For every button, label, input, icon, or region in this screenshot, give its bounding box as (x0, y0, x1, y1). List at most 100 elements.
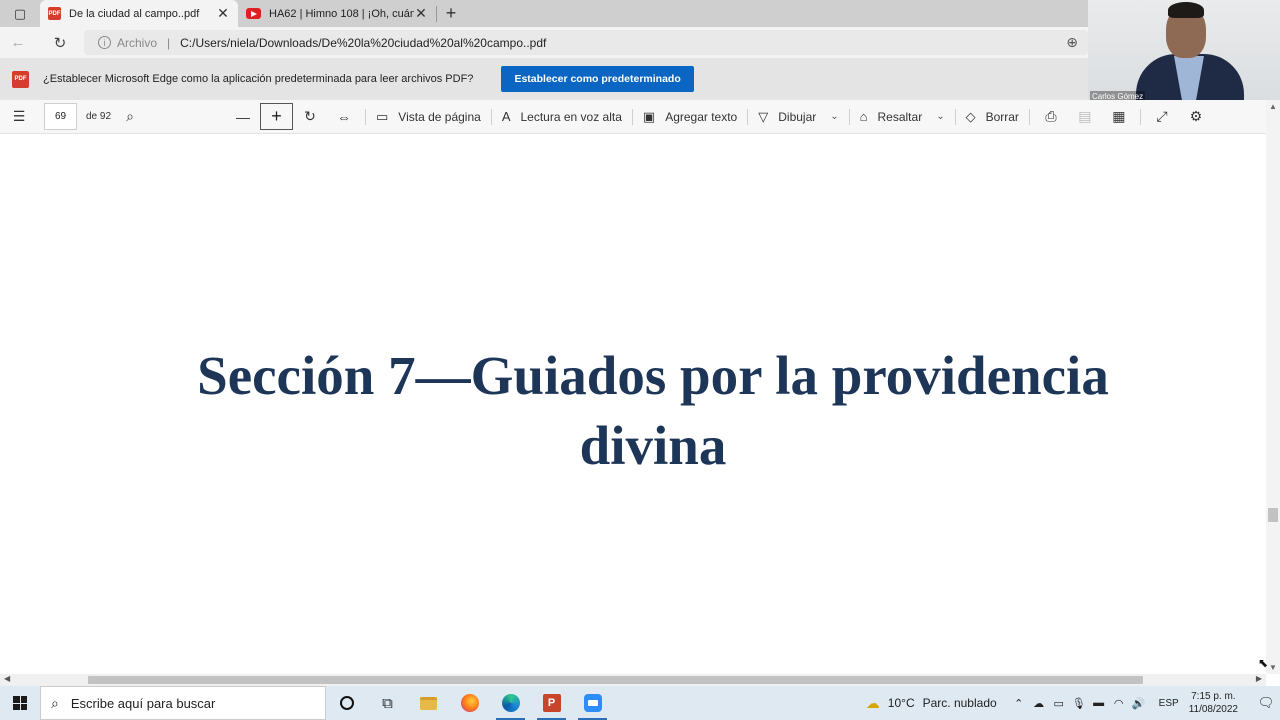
page-count: de 92 (86, 111, 112, 122)
mouse-cursor-icon: ⬉ (1258, 656, 1269, 670)
weather-desc: Parc. nublado (922, 696, 997, 710)
microphone-icon[interactable]: 🎙 (1069, 697, 1089, 710)
page-view-button[interactable]: ▭ Vista de página (370, 100, 487, 134)
youtube-icon (246, 8, 261, 19)
battery-icon[interactable]: ▬ (1089, 697, 1109, 709)
save-button[interactable]: ▤ (1068, 100, 1102, 134)
refresh-button[interactable]: ↻ (42, 27, 78, 58)
volume-icon[interactable]: 🔊 (1129, 697, 1149, 710)
webcam-overlay: Carlos Gómez (1088, 0, 1280, 104)
rotate-button[interactable]: ↻ (293, 100, 327, 134)
set-default-button[interactable]: Establecer como predeterminado (501, 66, 694, 92)
print-icon: ⎙ (1045, 108, 1057, 124)
scroll-right-icon[interactable]: ▶ (1256, 674, 1262, 683)
add-text-label: Agregar texto (665, 109, 738, 124)
weather-widget[interactable]: ☁ 10°C Parc. nublado (866, 695, 997, 712)
tab-pdf[interactable]: PDF De la ciudad al campo..pdf ✕ (40, 0, 238, 27)
vertical-scroll-thumb[interactable] (1268, 508, 1278, 522)
chevron-down-icon[interactable]: ⌄ (936, 111, 944, 122)
scroll-up-icon[interactable]: ▲ (1269, 102, 1277, 111)
page-number-input[interactable]: 69 (44, 103, 77, 130)
horizontal-scroll-thumb[interactable] (88, 676, 1143, 684)
read-aloud-button[interactable]: A Lectura en voz alta (496, 100, 628, 134)
toolbar-divider (747, 108, 749, 125)
firefox-icon (460, 694, 479, 712)
clock[interactable]: 7:15 p. m. 11/08/2022 (1189, 690, 1238, 716)
draw-button[interactable]: ▽ Dibujar ⌄ (752, 100, 844, 134)
expand-icon: ⤢ (1156, 108, 1168, 124)
file-explorer-button[interactable] (408, 686, 449, 720)
save-icon: ▤ (1078, 108, 1092, 124)
erase-label: Borrar (985, 109, 1019, 124)
toolbar-divider (1139, 108, 1141, 125)
taskbar-search[interactable]: ⌕ Escribe aquí para buscar (40, 686, 326, 720)
rotate-icon: ↻ (304, 108, 316, 124)
display-icon[interactable]: ▭ (1049, 697, 1069, 710)
clock-time: 7:15 p. m. (1191, 691, 1236, 702)
back-button[interactable]: ← (0, 27, 36, 58)
highlight-button[interactable]: ⌂ Resaltar ⌄ (854, 100, 951, 134)
wifi-icon[interactable]: ◠ (1109, 697, 1129, 710)
folder-icon (420, 696, 437, 710)
weather-temp: 10°C (887, 696, 915, 710)
tab-actions-icon: ▢ (13, 5, 27, 21)
cortana-button[interactable] (326, 686, 367, 720)
edge-icon (501, 694, 520, 712)
taskbar: ⌕ Escribe aquí para buscar ⧉ P ☁ 10°C Pa… (0, 686, 1280, 720)
person-hair (1168, 2, 1204, 18)
contents-button[interactable]: ☰ (2, 100, 36, 134)
text-box-icon: ▣ (642, 108, 656, 124)
chevron-up-icon[interactable]: ⌃ (1009, 697, 1029, 710)
erase-button[interactable]: ◇ Borrar (960, 100, 1025, 134)
find-button[interactable]: ⌕ (116, 100, 144, 134)
zoom-out-button[interactable]: — (226, 100, 260, 134)
vertical-scrollbar[interactable]: ▲ ▼ (1266, 100, 1280, 674)
add-text-button[interactable]: ▣ Agregar texto (637, 100, 743, 134)
close-icon[interactable]: ✕ (414, 5, 428, 22)
refresh-icon: ↻ (53, 34, 67, 52)
site-info-button[interactable]: i Archivo (98, 36, 157, 50)
chevron-down-icon[interactable]: ⌄ (830, 111, 838, 122)
zoom-button[interactable] (572, 686, 613, 720)
draw-icon: ▽ (758, 108, 769, 124)
scroll-left-icon[interactable]: ◀ (4, 674, 10, 683)
search-icon: ⌕ (51, 694, 59, 711)
task-view-button[interactable]: ⧉ (367, 686, 408, 720)
close-icon[interactable]: ✕ (216, 5, 230, 22)
list-icon: ☰ (12, 108, 26, 124)
settings-button[interactable]: ⚙ (1179, 100, 1213, 134)
url-field[interactable]: i Archivo | C:/Users/niela/Downloads/De%… (84, 30, 1088, 55)
notifications-icon[interactable]: 🗨 (1252, 695, 1280, 711)
horizontal-scrollbar[interactable]: ◀ ▶ (0, 674, 1266, 686)
save-as-button[interactable]: ▦ (1102, 100, 1136, 134)
firefox-button[interactable] (449, 686, 490, 720)
new-tab-button[interactable]: + (437, 0, 465, 27)
toolbar-divider (1028, 108, 1030, 125)
language-indicator[interactable]: ESP (1159, 698, 1179, 709)
zoom-icon (583, 694, 602, 712)
search-placeholder: Escribe aquí para buscar (70, 695, 216, 711)
highlighter-icon: ⌂ (859, 109, 868, 124)
fit-button[interactable]: ⇔ (327, 100, 361, 134)
toolbar-divider (631, 108, 633, 125)
tab-strip: ▢ PDF De la ciudad al campo..pdf ✕ HA62 … (0, 0, 1088, 27)
print-button[interactable]: ⎙ (1034, 100, 1068, 134)
fit-width-icon: ⇔ (337, 108, 351, 125)
scroll-down-icon[interactable]: ▼ (1269, 663, 1277, 672)
fullscreen-button[interactable]: ⤢ (1145, 100, 1179, 134)
plus-icon: + (271, 106, 282, 126)
read-aloud-label: Lectura en voz alta (520, 109, 622, 124)
toolbar-divider (490, 108, 492, 125)
tab-actions-button[interactable]: ▢ (0, 0, 40, 27)
edge-button[interactable] (490, 686, 531, 720)
start-button[interactable] (0, 686, 40, 720)
tab-youtube[interactable]: HA62 | Himno 108 | ¡Oh, cuán dulce ✕ (238, 0, 436, 27)
powerpoint-button[interactable]: P (531, 686, 572, 720)
section-title: Sección 7—Guiados por la providencia div… (40, 341, 1266, 481)
minus-icon: — (236, 108, 250, 125)
url-text: C:/Users/niela/Downloads/De%20la%20ciuda… (180, 35, 547, 50)
info-icon: i (98, 36, 111, 49)
onedrive-icon[interactable]: ☁ (1029, 697, 1049, 710)
zoom-icon[interactable]: ⊕ (1066, 34, 1078, 51)
zoom-in-button[interactable]: + (260, 103, 293, 130)
